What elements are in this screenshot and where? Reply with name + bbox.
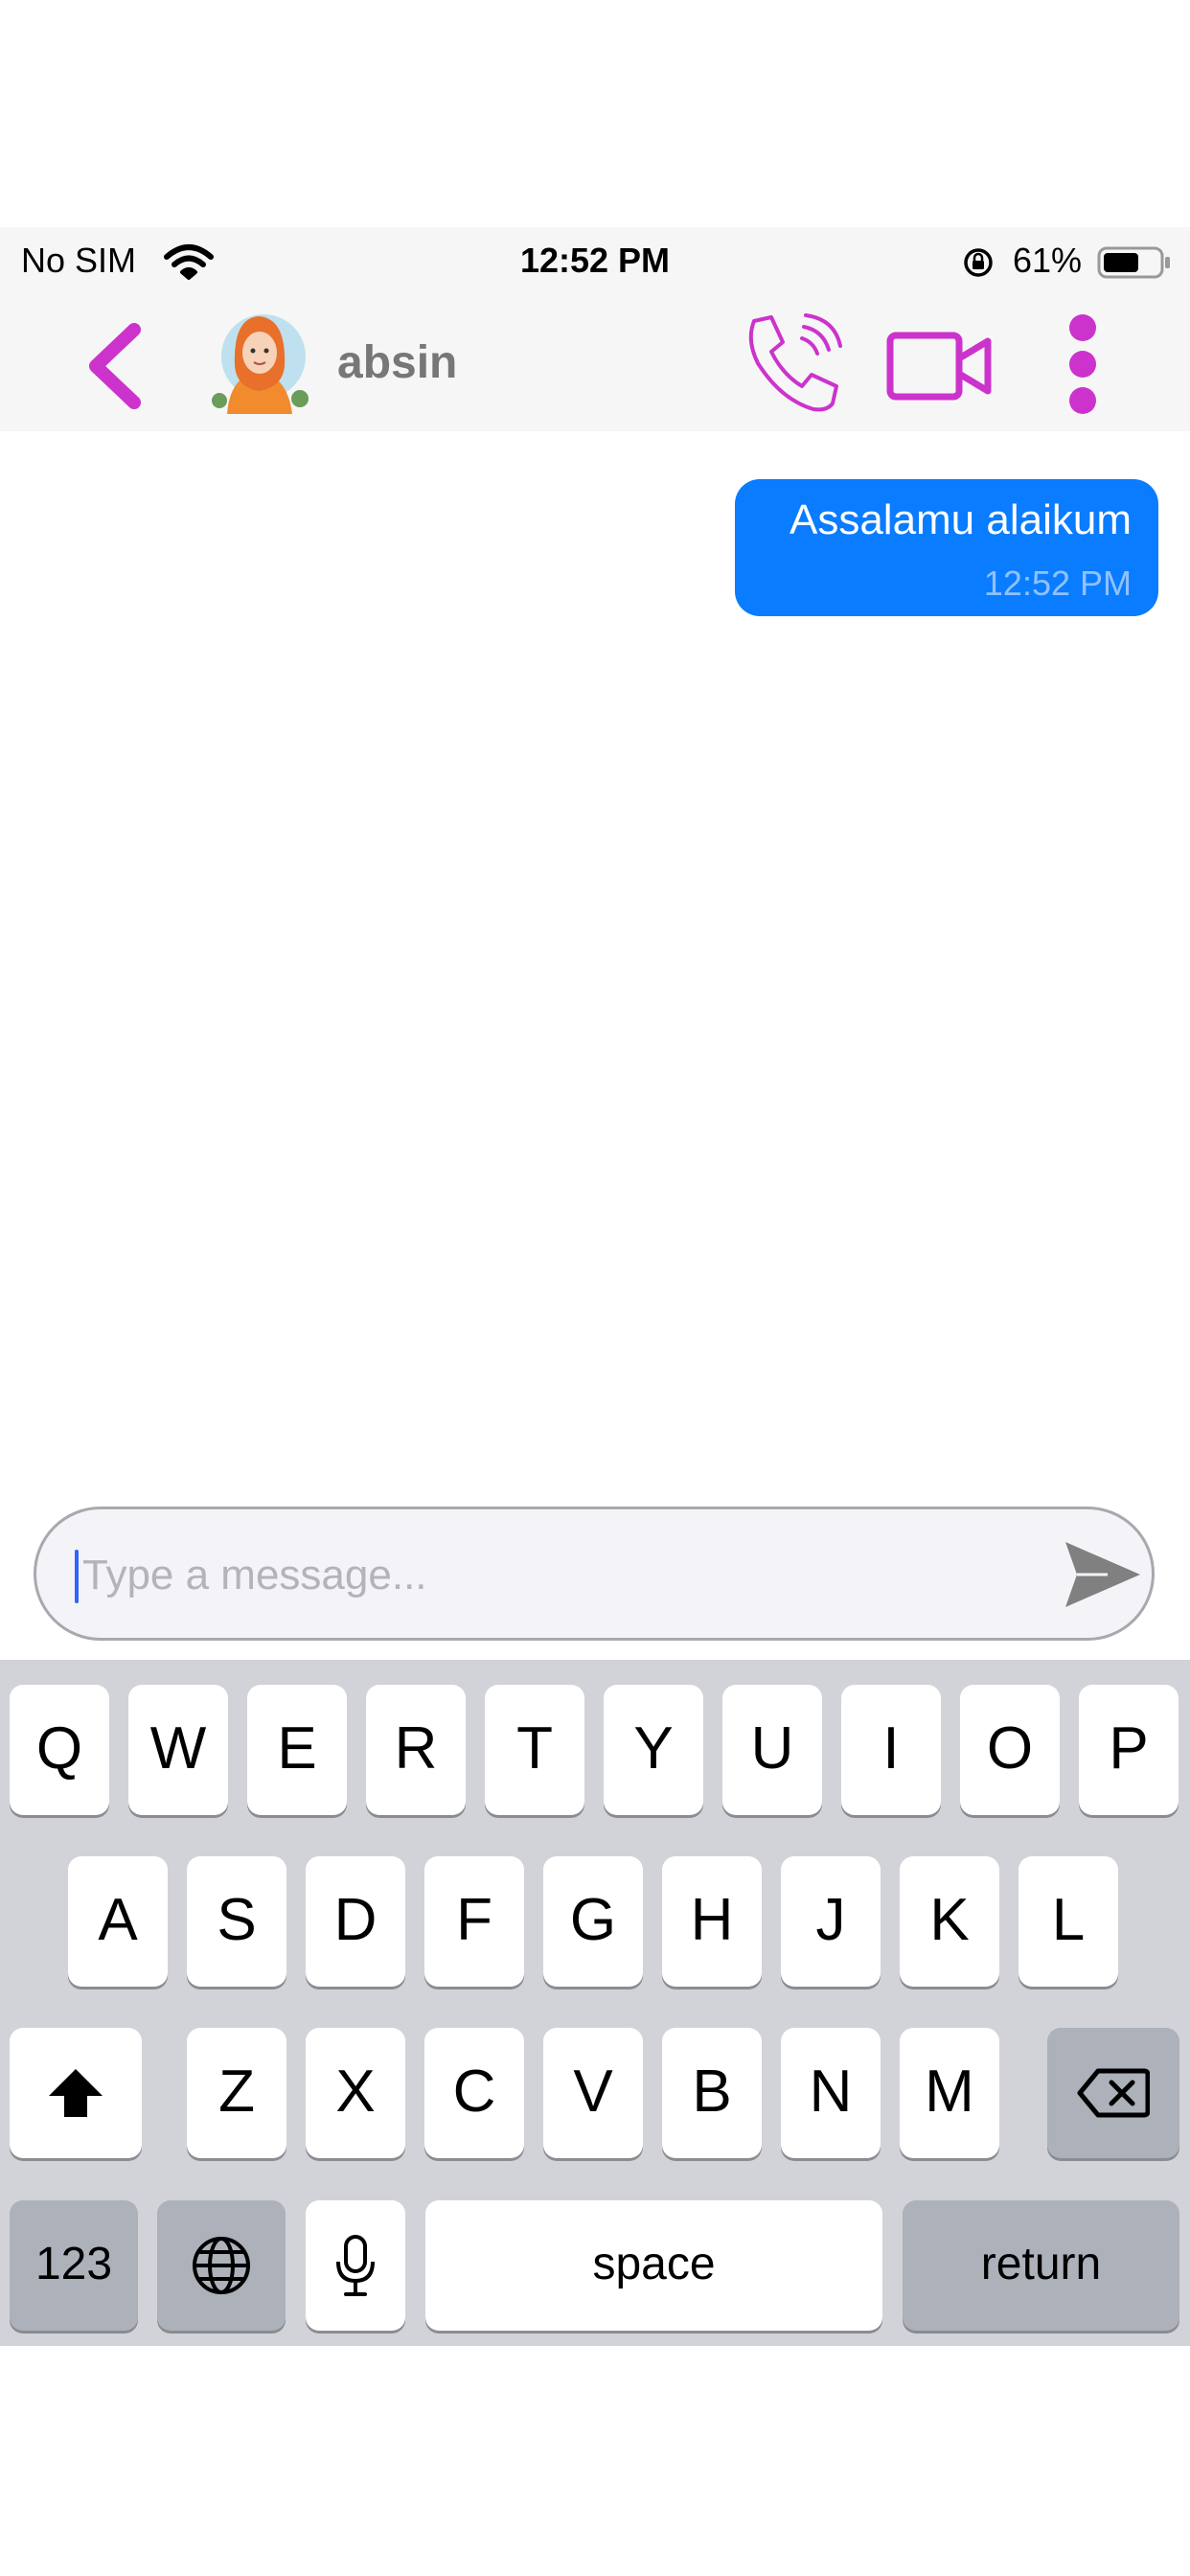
dictation-key[interactable] (306, 2200, 405, 2331)
key-b[interactable]: B (662, 2028, 762, 2158)
key-y[interactable]: Y (604, 1685, 703, 1815)
key-r[interactable]: R (366, 1685, 466, 1815)
outgoing-message-bubble[interactable]: Assalamu alaikum 12:52 PM (735, 479, 1158, 616)
shift-key[interactable] (10, 2028, 142, 2158)
key-v[interactable]: V (543, 2028, 643, 2158)
battery-icon (1097, 246, 1170, 279)
message-timestamp: 12:52 PM (983, 564, 1132, 603)
key-f[interactable]: F (424, 1856, 524, 1987)
globe-icon (193, 2237, 250, 2294)
key-e[interactable]: E (247, 1685, 347, 1815)
key-l[interactable]: L (1018, 1856, 1118, 1987)
on-screen-keyboard: Q W E R T Y U I O P A S D F G H J K L Z … (0, 1660, 1190, 2346)
video-camera-icon[interactable] (886, 328, 994, 404)
numbers-key[interactable]: 123 (10, 2200, 138, 2331)
send-icon[interactable] (1062, 1536, 1144, 1613)
text-caret (75, 1550, 79, 1603)
key-k[interactable]: K (900, 1856, 999, 1987)
microphone-icon (336, 2235, 375, 2296)
key-n[interactable]: N (781, 2028, 881, 2158)
key-t[interactable]: T (485, 1685, 584, 1815)
key-g[interactable]: G (543, 1856, 643, 1987)
delete-backward-icon (1077, 2068, 1150, 2118)
chat-header: absin (0, 294, 1190, 431)
more-vertical-icon[interactable] (1064, 311, 1102, 417)
avatar[interactable] (206, 309, 311, 414)
shift-arrow-icon (49, 2069, 103, 2117)
key-c[interactable]: C (424, 2028, 524, 2158)
status-bar: No SIM 12:52 PM 61% (0, 227, 1190, 294)
back-chevron-icon[interactable] (77, 318, 153, 414)
key-i[interactable]: I (841, 1685, 941, 1815)
key-u[interactable]: U (722, 1685, 822, 1815)
key-m[interactable]: M (900, 2028, 999, 2158)
globe-key[interactable] (157, 2200, 286, 2331)
key-h[interactable]: H (662, 1856, 762, 1987)
battery-percent: 61% (1013, 241, 1083, 280)
contact-name[interactable]: absin (337, 334, 457, 392)
backspace-key[interactable] (1047, 2028, 1179, 2158)
key-a[interactable]: A (68, 1856, 168, 1987)
key-q[interactable]: Q (10, 1685, 109, 1815)
orientation-lock-icon (964, 248, 993, 277)
phone-call-icon[interactable] (743, 311, 853, 415)
key-d[interactable]: D (306, 1856, 405, 1987)
return-key[interactable]: return (903, 2200, 1179, 2331)
message-composer (34, 1506, 1155, 1641)
key-w[interactable]: W (128, 1685, 228, 1815)
key-p[interactable]: P (1079, 1685, 1179, 1815)
key-s[interactable]: S (187, 1856, 286, 1987)
key-j[interactable]: J (781, 1856, 881, 1987)
key-o[interactable]: O (960, 1685, 1060, 1815)
bottom-blank-area (0, 2346, 1190, 2576)
key-z[interactable]: Z (187, 2028, 286, 2158)
status-time: 12:52 PM (519, 241, 671, 280)
message-input[interactable] (82, 1542, 1041, 1609)
message-text: Assalamu alaikum (789, 496, 1132, 543)
key-x[interactable]: X (306, 2028, 405, 2158)
space-key[interactable]: space (425, 2200, 882, 2331)
message-list[interactable]: Assalamu alaikum 12:52 PM (0, 431, 1190, 1505)
